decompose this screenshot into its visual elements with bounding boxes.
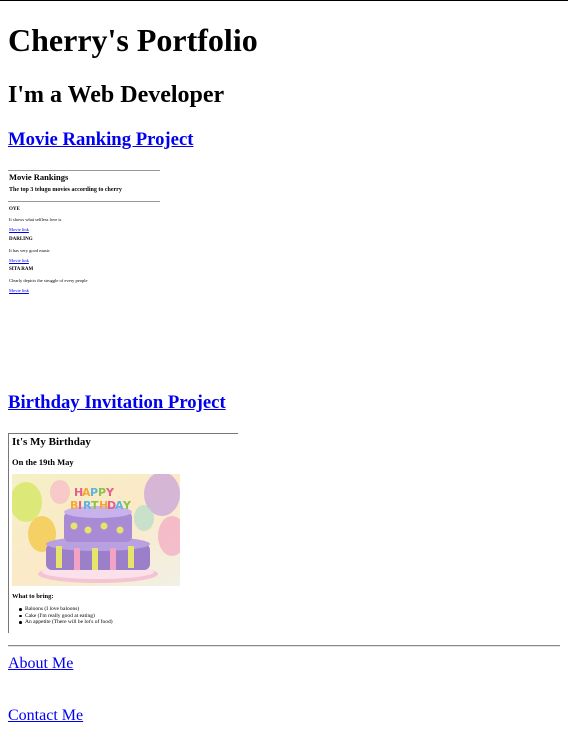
bring-list: Baloons (I love baloons) Cake (I'm reall… [12,606,113,626]
movie-preview-subtitle: The top 3 telugu movies according to che… [9,187,122,193]
top-border [0,0,568,1]
about-me-link[interactable]: About Me [8,654,73,674]
page-title: Cherry's Portfolio [8,22,258,58]
movie-description: It has very good music [9,248,50,253]
birthday-preview-title: It's My Birthday [12,436,91,448]
birthday-invitation-project-link[interactable]: Birthday Invitation Project [8,391,226,415]
movie-description: Clearly depicts the struggle of every pe… [9,278,88,283]
movie-preview-title: Movie Rankings [9,172,69,182]
movie-ranking-preview[interactable]: Movie Rankings The top 3 telugu movies a… [8,170,168,370]
svg-text:Y: Y [122,499,132,512]
list-item: An appetite (There will be lot's of food… [12,619,113,626]
movie-name: DARLING [9,237,33,242]
what-to-bring-heading: What to bring: [12,593,54,600]
page-subtitle: I'm a Web Developer [8,82,225,108]
movie-link[interactable]: Movie link [9,258,29,263]
movie-ranking-project-link[interactable]: Movie Ranking Project [8,128,193,152]
svg-text:P: P [98,486,106,499]
movie-link[interactable]: Movie link [9,288,29,293]
birthday-invitation-preview[interactable]: It's My Birthday On the 19th May H A P P… [8,433,238,633]
movie-name: OYE [9,207,20,212]
birthday-cake-image: H A P P Y B I R T H D A Y [12,474,180,586]
footer-divider [8,645,560,647]
preview-divider [8,170,160,171]
movie-link[interactable]: Movie link [9,227,29,232]
birthday-preview-date: On the 19th May [12,457,74,467]
svg-text:T: T [91,499,99,512]
preview-divider [8,201,160,202]
svg-text:Y: Y [105,486,115,499]
svg-text:P: P [90,486,98,499]
svg-text:I: I [78,499,82,512]
movie-description: It shows what selfless love is [9,217,62,222]
contact-me-link[interactable]: Contact Me [8,706,83,726]
movie-name: SITA RAM [9,267,34,272]
